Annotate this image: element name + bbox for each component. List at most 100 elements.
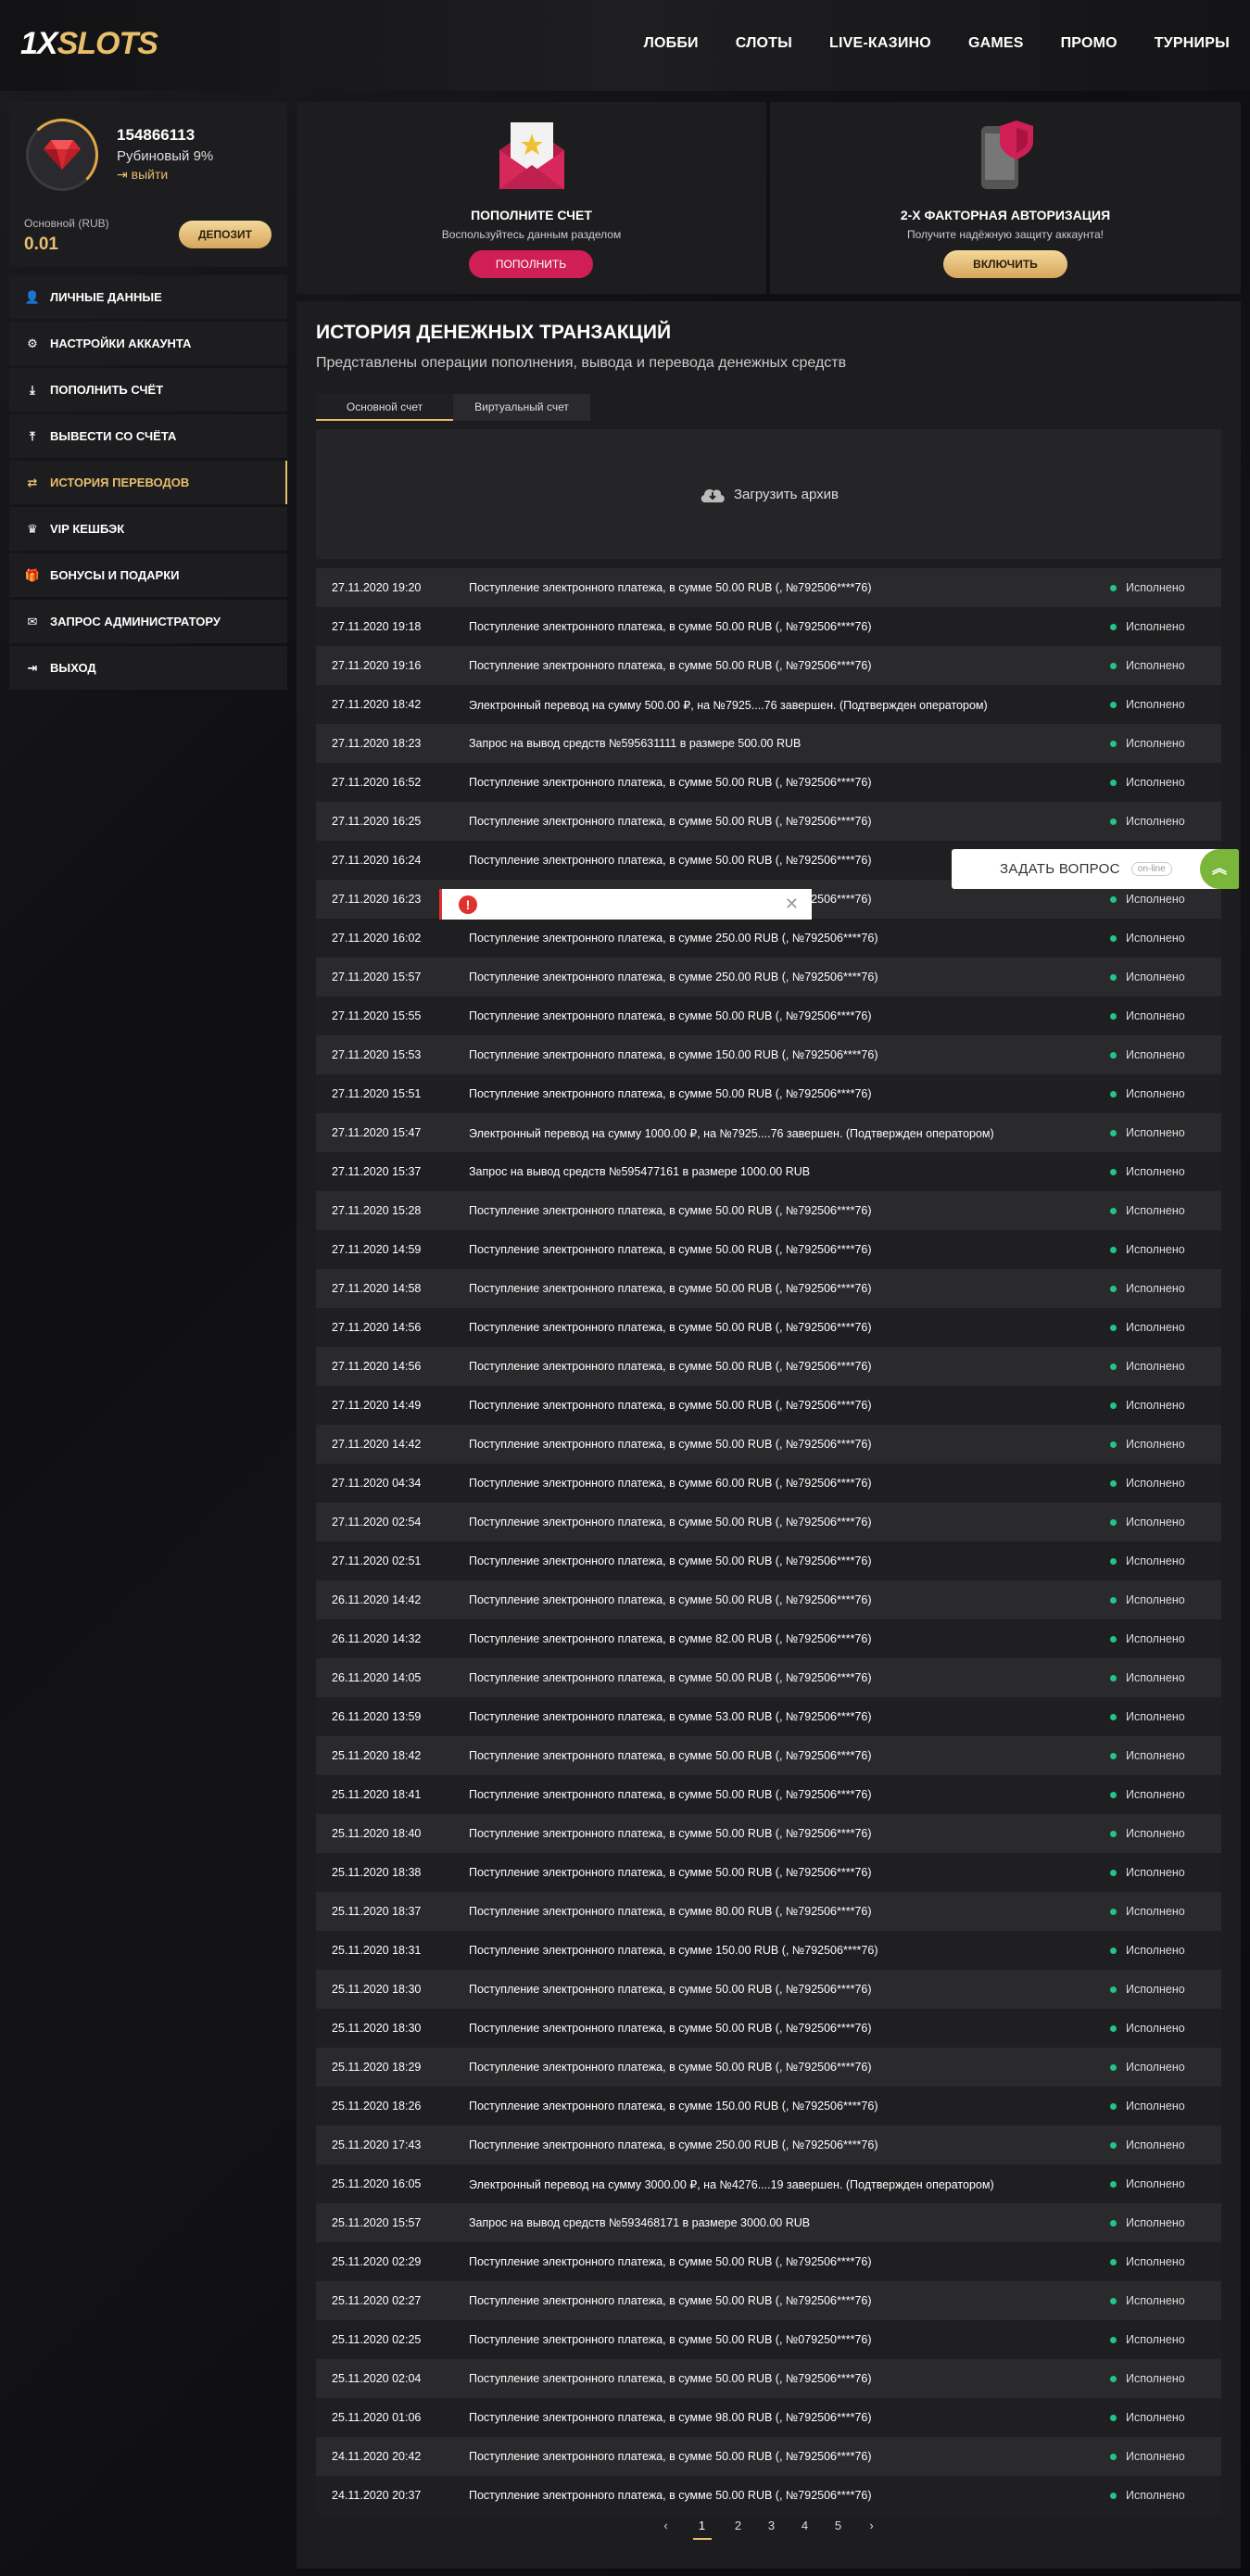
transaction-row: 27.11.2020 02:51 Поступление электронного… <box>316 1542 1221 1580</box>
transaction-row: 27.11.2020 14:49 Поступление электронного… <box>316 1386 1221 1425</box>
transaction-date: 25.11.2020 18:37 <box>332 1905 422 1918</box>
transaction-description: Электронный перевод на сумму 1000.00 ₽, … <box>469 1126 994 1140</box>
deposit-card: ПОПОЛНИТЕ СЧЕТ Воспользуйтесь данным раз… <box>297 102 766 294</box>
upload-icon: ⤒ <box>30 428 35 443</box>
menu-personal-data[interactable]: 👤 ЛИЧНЫЕ ДАННЫЕ <box>9 275 287 319</box>
transaction-row: 25.11.2020 16:05 Электронный перевод на с… <box>316 2164 1221 2203</box>
logout-link[interactable]: ⇥ выйти <box>117 167 168 183</box>
transaction-description: Поступление электронного платежа, в сумм… <box>469 1009 872 1022</box>
transaction-row: 27.11.2020 04:34 Поступление электронного… <box>316 1464 1221 1503</box>
transaction-row: 27.11.2020 14:56 Поступление электронного… <box>316 1347 1221 1386</box>
tab-virtual-account[interactable]: Виртуальный счет <box>453 394 590 421</box>
transaction-date: 25.11.2020 02:04 <box>332 2372 422 2385</box>
transaction-row: 25.11.2020 18:26 Поступление электронного… <box>316 2087 1221 2126</box>
transaction-status: Исполнено <box>1110 2411 1221 2424</box>
download-icon: ⤓ <box>30 382 35 397</box>
transaction-row: 25.11.2020 18:30 Поступление электронного… <box>316 1970 1221 2009</box>
transaction-status: Исполнено <box>1110 2333 1221 2346</box>
transaction-date: 25.11.2020 18:38 <box>332 1866 422 1879</box>
nav-tournaments[interactable]: ТУРНИРЫ <box>1155 35 1230 52</box>
nav-slots[interactable]: СЛОТЫ <box>736 35 792 52</box>
transaction-row: 27.11.2020 15:57 Поступление электронного… <box>316 958 1221 996</box>
account-tabs: Основной счет Виртуальный счет <box>316 394 590 421</box>
menu-transfer-history[interactable]: ⇄ ИСТОРИЯ ПЕРЕВОДОВ <box>9 461 287 504</box>
nav-lobby[interactable]: ЛОББИ <box>644 35 699 52</box>
menu-vip-cashback[interactable]: ♛ VIP КЕШБЭК <box>9 507 287 551</box>
envelope-icon: ✉ <box>27 614 38 628</box>
transaction-status: Исполнено <box>1110 1749 1221 1762</box>
transaction-date: 26.11.2020 13:59 <box>332 1710 422 1723</box>
menu-withdraw[interactable]: ⤒ ВЫВЕСТИ СО СЧЁТА <box>9 414 287 458</box>
menu-admin-request[interactable]: ✉ ЗАПРОС АДМИНИСТРАТОРУ <box>9 600 287 643</box>
transaction-row: 27.11.2020 16:25 Поступление электронного… <box>316 802 1221 841</box>
nav-games[interactable]: GAMES <box>968 35 1024 52</box>
transaction-date: 27.11.2020 04:34 <box>332 1477 422 1490</box>
pager-page-3[interactable]: 3 <box>765 2519 778 2540</box>
pager-page-4[interactable]: 4 <box>799 2519 812 2540</box>
menu-account-settings[interactable]: ⚙ НАСТРОЙКИ АККАУНТА <box>9 322 287 365</box>
transaction-row: 25.11.2020 18:37 Поступление электронного… <box>316 1892 1221 1931</box>
nav-promo[interactable]: ПРОМО <box>1061 35 1117 52</box>
transaction-description: Поступление электронного платежа, в сумм… <box>469 1788 872 1801</box>
transaction-description: Поступление электронного платежа, в сумм… <box>469 2411 872 2424</box>
transaction-row: 25.11.2020 18:30 Поступление электронного… <box>316 2009 1221 2048</box>
transaction-row: 25.11.2020 18:41 Поступление электронного… <box>316 1775 1221 1814</box>
pager-page-5[interactable]: 5 <box>832 2519 845 2540</box>
transaction-status: Исполнено <box>1110 2061 1221 2074</box>
chevron-up-icon[interactable]: ︽ <box>1200 849 1239 889</box>
transaction-description: Поступление электронного платежа, в сумм… <box>469 620 872 633</box>
transaction-date: 25.11.2020 02:29 <box>332 2255 422 2268</box>
close-icon[interactable]: ✕ <box>785 895 799 914</box>
ask-question-widget[interactable]: ЗАДАТЬ ВОПРОС on-line ︽ <box>952 849 1239 889</box>
transaction-status: Исполнено <box>1110 1282 1221 1295</box>
transaction-status: Исполнено <box>1110 1632 1221 1645</box>
error-icon: ! <box>459 895 477 914</box>
transaction-row: 25.11.2020 18:29 Поступление электронного… <box>316 2048 1221 2087</box>
transaction-row: 27.11.2020 02:54 Поступление электронного… <box>316 1503 1221 1542</box>
transaction-status: Исполнено <box>1110 1516 1221 1529</box>
transaction-status: Исполнено <box>1110 1944 1221 1957</box>
menu-label: ЛИЧНЫЕ ДАННЫЕ <box>50 290 162 304</box>
site-logo[interactable]: 1XSLOTS <box>20 26 158 62</box>
exit-icon: ⇥ <box>27 660 38 675</box>
deposit-button[interactable]: ДЕПОЗИТ <box>179 221 271 248</box>
menu-bonuses[interactable]: 🎁 БОНУСЫ И ПОДАРКИ <box>9 553 287 597</box>
pager-prev[interactable]: ‹ <box>660 2519 673 2540</box>
transaction-status: Исполнено <box>1110 2450 1221 2463</box>
top-up-button[interactable]: ПОПОЛНИТЬ <box>469 250 593 278</box>
transaction-status: Исполнено <box>1110 1243 1221 1256</box>
transaction-row: 25.11.2020 02:25 Поступление электронного… <box>316 2320 1221 2359</box>
nav-live-casino[interactable]: LIVE-КАЗИНО <box>829 35 931 52</box>
menu-deposit[interactable]: ⤓ ПОПОЛНИТЬ СЧЁТ <box>9 368 287 412</box>
logout-link-label: выйти <box>131 167 169 182</box>
tab-main-account[interactable]: Основной счет <box>316 394 453 421</box>
transaction-row: 26.11.2020 13:59 Поступление электронного… <box>316 1697 1221 1736</box>
pager-page-2[interactable]: 2 <box>732 2519 745 2540</box>
balance-label: Основной (RUB) <box>24 217 109 230</box>
transaction-description: Поступление электронного платежа, в сумм… <box>469 971 878 983</box>
transaction-status: Исполнено <box>1110 1554 1221 1567</box>
menu-exit[interactable]: ⇥ ВЫХОД <box>9 646 287 690</box>
transaction-row: 25.11.2020 02:27 Поступление электронного… <box>316 2281 1221 2320</box>
transaction-date: 27.11.2020 19:20 <box>332 581 422 594</box>
pager-page-1[interactable]: 1 <box>692 2519 712 2540</box>
logout-icon: ⇥ <box>117 167 132 182</box>
transaction-status: Исполнено <box>1110 1399 1221 1412</box>
pager-next[interactable]: › <box>865 2519 878 2540</box>
transaction-description: Поступление электронного платежа, в сумм… <box>469 815 872 828</box>
transaction-date: 27.11.2020 14:58 <box>332 1282 422 1295</box>
transaction-row: 25.11.2020 02:29 Поступление электронного… <box>316 2242 1221 2281</box>
menu-label: ВЫХОД <box>50 661 96 675</box>
download-archive-button[interactable]: Загрузить архив <box>316 429 1221 559</box>
two-factor-card: 2-Х ФАКТОРНАЯ АВТОРИЗАЦИЯ Получите надёж… <box>770 102 1241 294</box>
transaction-status: Исполнено <box>1110 1048 1221 1061</box>
transaction-status: Исполнено <box>1110 815 1221 828</box>
transaction-date: 27.11.2020 14:59 <box>332 1243 422 1256</box>
transaction-description: Запрос на вывод средств №593468171 в раз… <box>469 2216 811 2229</box>
transaction-status: Исполнено <box>1110 1710 1221 1723</box>
gears-icon: ⚙ <box>27 336 38 350</box>
transaction-description: Поступление электронного платежа, в сумм… <box>469 2489 872 2502</box>
enable-2fa-button[interactable]: ВКЛЮЧИТЬ <box>943 250 1067 278</box>
transaction-date: 26.11.2020 14:05 <box>332 1671 422 1684</box>
pagination: ‹ 1 2 3 4 5 › <box>297 2519 1241 2540</box>
